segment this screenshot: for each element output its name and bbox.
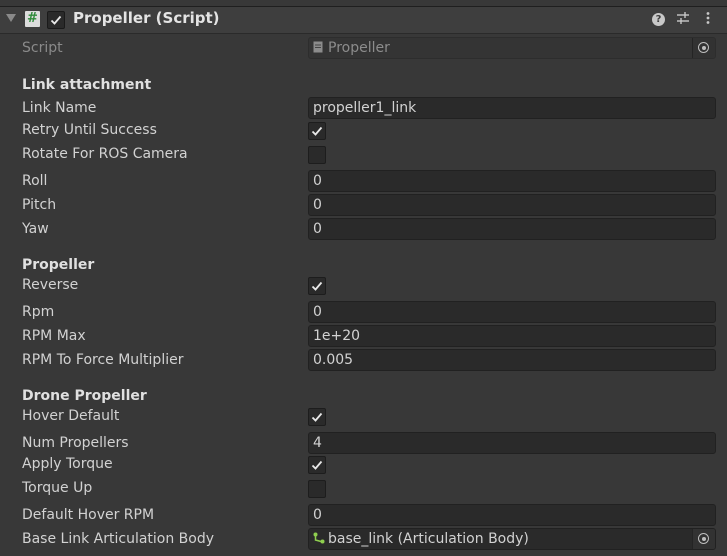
rpm-field[interactable]: 0 bbox=[308, 301, 716, 323]
sliders-icon[interactable] bbox=[675, 11, 691, 27]
rpm-to-force-multiplier-label: RPM To Force Multiplier bbox=[22, 352, 184, 368]
yaw-field[interactable]: 0 bbox=[308, 218, 716, 240]
section-drone-propeller: Drone Propeller bbox=[22, 388, 147, 404]
base-link-value: base_link (Articulation Body) bbox=[328, 531, 529, 547]
rpm-to-force-multiplier-field[interactable]: 0.005 bbox=[308, 349, 716, 371]
roll-field[interactable]: 0 bbox=[308, 170, 716, 192]
torque-up-checkbox[interactable] bbox=[308, 480, 326, 498]
rpm-max-label: RPM Max bbox=[22, 328, 86, 344]
script-label: Script bbox=[22, 40, 63, 56]
checkmark-icon bbox=[311, 460, 323, 470]
pitch-label: Pitch bbox=[22, 197, 57, 213]
yaw-label: Yaw bbox=[22, 221, 49, 237]
pitch-field[interactable]: 0 bbox=[308, 194, 716, 216]
component-title: Propeller (Script) bbox=[73, 9, 220, 27]
script-field: Propeller bbox=[308, 37, 716, 59]
reverse-checkbox[interactable] bbox=[308, 277, 326, 295]
checkmark-icon bbox=[311, 126, 323, 136]
retry-until-success-label: Retry Until Success bbox=[22, 122, 157, 138]
rotate-for-ros-camera-label: Rotate For ROS Camera bbox=[22, 146, 188, 162]
articulation-body-icon bbox=[313, 530, 325, 544]
rpm-label: Rpm bbox=[22, 304, 55, 320]
script-file-icon bbox=[313, 39, 324, 53]
object-picker-icon[interactable] bbox=[692, 529, 715, 549]
kebab-menu-icon[interactable] bbox=[700, 11, 716, 27]
torque-up-label: Torque Up bbox=[22, 480, 93, 496]
script-value: Propeller bbox=[328, 40, 390, 56]
checkmark-icon bbox=[311, 412, 323, 422]
hover-default-label: Hover Default bbox=[22, 408, 120, 424]
base-link-articulation-body-label: Base Link Articulation Body bbox=[22, 531, 215, 547]
component-header[interactable]: # Propeller (Script) ? bbox=[0, 6, 727, 34]
section-link-attachment: Link attachment bbox=[22, 77, 152, 93]
checkmark-icon bbox=[311, 281, 323, 291]
object-picker-icon[interactable] bbox=[692, 38, 715, 58]
default-hover-rpm-label: Default Hover RPM bbox=[22, 507, 155, 523]
link-name-field[interactable]: propeller1_link bbox=[308, 97, 716, 119]
hover-default-checkbox[interactable] bbox=[308, 408, 326, 426]
section-propeller: Propeller bbox=[22, 257, 95, 273]
retry-until-success-checkbox[interactable] bbox=[308, 122, 326, 140]
link-name-label: Link Name bbox=[22, 100, 97, 116]
default-hover-rpm-field[interactable]: 0 bbox=[308, 504, 716, 526]
csharp-script-icon: # bbox=[25, 11, 40, 27]
inspector-panel: # Propeller (Script) ? Script Propeller … bbox=[0, 0, 727, 556]
rotate-for-ros-camera-checkbox[interactable] bbox=[308, 146, 326, 164]
reverse-label: Reverse bbox=[22, 277, 79, 293]
base-link-articulation-body-field[interactable]: base_link (Articulation Body) bbox=[308, 528, 716, 550]
apply-torque-checkbox[interactable] bbox=[308, 456, 326, 474]
roll-label: Roll bbox=[22, 173, 48, 189]
num-propellers-field[interactable]: 4 bbox=[308, 432, 716, 454]
rpm-max-field[interactable]: 1e+20 bbox=[308, 325, 716, 347]
help-icon[interactable]: ? bbox=[652, 13, 665, 26]
component-enabled-checkbox[interactable] bbox=[47, 11, 65, 29]
apply-torque-label: Apply Torque bbox=[22, 456, 113, 472]
checkmark-icon bbox=[50, 15, 62, 25]
foldout-triangle-icon[interactable] bbox=[6, 14, 16, 22]
num-propellers-label: Num Propellers bbox=[22, 435, 129, 451]
